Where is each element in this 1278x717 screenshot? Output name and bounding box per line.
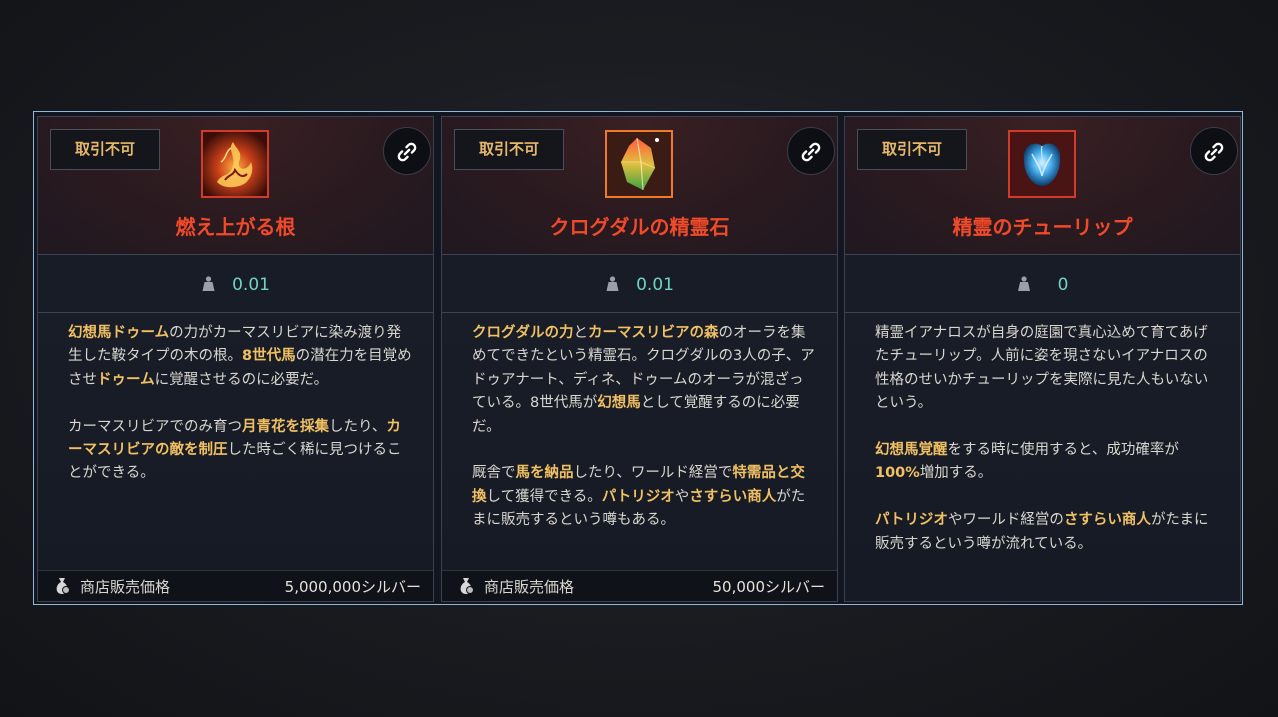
highlighted-text: 8世代馬 bbox=[242, 348, 296, 365]
link-button[interactable] bbox=[383, 127, 431, 175]
weight-value: 0 bbox=[1057, 274, 1069, 295]
description-text: したり、ワールド経営で bbox=[573, 465, 733, 482]
description-text: に覚醒させるのに必要だ。 bbox=[154, 371, 329, 388]
description-text: 増加する。 bbox=[919, 465, 993, 482]
money-bag-icon bbox=[456, 576, 476, 600]
highlighted-text: 幻想馬ドゥーム bbox=[68, 325, 170, 341]
highlighted-text: 月青花を採集 bbox=[242, 418, 329, 435]
item-description: 幻想馬ドゥームの力がカーマスリビアに染み渡り発生した鞍タイプの木の根。8世代馬の… bbox=[68, 322, 413, 509]
highlighted-text: さすらい商人 bbox=[689, 488, 777, 505]
description-paragraph: 厩舎で馬を納品したり、ワールド経営で特需品と交換して獲得できる。パトリジオやさす… bbox=[472, 462, 817, 532]
shop-price-label: 商店販売価格 bbox=[484, 578, 575, 596]
description-text: カーマスリビアでのみ育つ bbox=[68, 418, 242, 435]
item-name: クログダルの精霊石 bbox=[549, 215, 730, 239]
spirit-tulip-icon[interactable] bbox=[1008, 130, 1076, 198]
money-bag-icon bbox=[52, 576, 72, 600]
shop-price-label: 商店販売価格 bbox=[80, 578, 171, 596]
item-description: 精霊イアナロスが自身の庭園で真心込めて育てあげたチューリップ。人前に姿を現さない… bbox=[875, 322, 1220, 579]
description-text: やワールド経営の bbox=[947, 512, 1064, 529]
highlighted-text: 100% bbox=[875, 465, 920, 482]
untradeable-badge: 取引不可 bbox=[454, 129, 564, 170]
highlighted-text: 幻想馬 bbox=[597, 395, 641, 412]
link-button[interactable] bbox=[787, 127, 835, 175]
item-card: 取引不可 bbox=[844, 116, 1241, 602]
item-name: 精霊のチューリップ bbox=[952, 215, 1133, 239]
description-text: して獲得できる。 bbox=[486, 488, 602, 505]
weight-icon bbox=[201, 275, 215, 295]
weight-icon bbox=[1017, 275, 1031, 295]
highlighted-text: カーマスリビアの森 bbox=[588, 325, 719, 341]
item-card: 取引不可 bbox=[441, 116, 838, 602]
shop-price-row: 商店販売価格 5,000,000シルバー bbox=[38, 570, 433, 601]
weight-row: 0.01 bbox=[442, 255, 837, 313]
description-paragraph: 精霊イアナロスが自身の庭園で真心込めて育てあげたチューリップ。人前に姿を現さない… bbox=[875, 322, 1220, 416]
link-icon bbox=[397, 142, 417, 162]
description-text: 精霊イアナロスが自身の庭園で真心込めて育てあげたチューリップ。人前に姿を現さない… bbox=[875, 325, 1209, 412]
weight-value: 0.01 bbox=[636, 274, 674, 295]
item-card-header: 取引不可 bbox=[845, 117, 1240, 255]
item-comparison-panel: 取引不可 燃え上がる根 0.01 幻想馬ドゥームの力がカーマスリビアに染み渡り発… bbox=[33, 111, 1243, 605]
highlighted-text: パトリジオ bbox=[875, 512, 948, 529]
spirit-stone-icon[interactable] bbox=[605, 130, 673, 198]
highlighted-text: 幻想馬覚醒 bbox=[875, 442, 948, 459]
highlighted-text: クログダルの力 bbox=[472, 325, 574, 341]
link-button[interactable] bbox=[1190, 127, 1238, 175]
link-icon bbox=[801, 142, 821, 162]
description-paragraph: クログダルの力とカーマスリビアの森のオーラを集めてできたという精霊石。クログダル… bbox=[472, 322, 817, 439]
description-paragraph: カーマスリビアでのみ育つ月青花を採集したり、カーマスリビアの敵を制圧した時ごく稀… bbox=[68, 416, 413, 486]
highlighted-text: パトリジオ bbox=[601, 488, 675, 505]
weight-row: 0 bbox=[845, 255, 1240, 313]
shop-price-value: 5,000,000シルバー bbox=[284, 578, 421, 596]
shop-price-row: 商店販売価格 50,000シルバー bbox=[442, 570, 837, 601]
item-description: クログダルの力とカーマスリビアの森のオーラを集めてできたという精霊石。クログダル… bbox=[472, 322, 817, 556]
item-card: 取引不可 bbox=[37, 116, 434, 602]
description-text: や bbox=[674, 488, 690, 505]
description-text: したり、 bbox=[329, 418, 387, 435]
item-card-header: 取引不可 bbox=[442, 117, 837, 255]
description-text: 厩舎で bbox=[472, 465, 516, 482]
item-card-header: 取引不可 bbox=[38, 117, 433, 255]
highlighted-text: さすらい商人 bbox=[1063, 512, 1151, 529]
description-paragraph: パトリジオやワールド経営のさすらい商人がたまに販売するという噂が流れている。 bbox=[875, 509, 1220, 556]
link-icon bbox=[1204, 142, 1224, 162]
untradeable-badge: 取引不可 bbox=[857, 129, 967, 170]
untradeable-badge: 取引不可 bbox=[50, 129, 160, 170]
shop-price-value: 50,000シルバー bbox=[712, 578, 826, 596]
highlighted-text: 馬を納品 bbox=[515, 465, 574, 482]
weight-row: 0.01 bbox=[38, 255, 433, 313]
description-text: と bbox=[573, 325, 589, 341]
weight-value: 0.01 bbox=[232, 274, 270, 295]
item-name: 燃え上がる根 bbox=[175, 215, 296, 239]
burning-root-icon[interactable] bbox=[201, 130, 269, 198]
description-paragraph: 幻想馬ドゥームの力がカーマスリビアに染み渡り発生した鞍タイプの木の根。8世代馬の… bbox=[68, 322, 413, 392]
description-paragraph: 幻想馬覚醒をする時に使用すると、成功確率が 100%増加する。 bbox=[875, 439, 1220, 486]
highlighted-text: ドゥーム bbox=[97, 371, 155, 388]
description-text: をする時に使用すると、成功確率が bbox=[947, 442, 1179, 459]
weight-icon bbox=[605, 275, 619, 295]
